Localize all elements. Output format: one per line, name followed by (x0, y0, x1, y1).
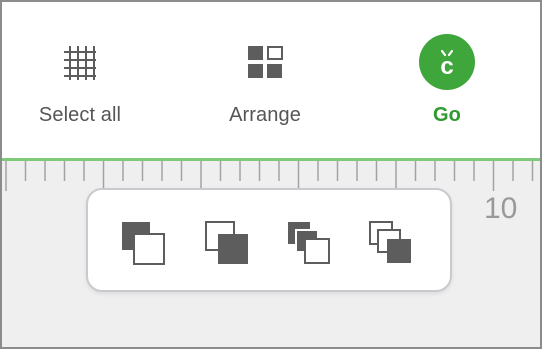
arrange-popover (86, 188, 452, 292)
go-label: Go (433, 104, 461, 126)
go-badge-letter: c (440, 53, 453, 79)
select-all-label: Select all (38, 104, 122, 126)
arrange-button[interactable]: Arrange (210, 34, 320, 127)
toolbar: Select all Arrange c Go (2, 2, 540, 160)
send-backward-button[interactable] (366, 218, 418, 270)
go-icon: c (419, 34, 475, 90)
go-button[interactable]: c Go (407, 34, 487, 127)
send-to-back-button[interactable] (202, 218, 254, 270)
send-to-back-icon (205, 221, 248, 264)
bring-forward-button[interactable] (284, 218, 336, 270)
send-backward-icon (369, 221, 411, 263)
bring-to-front-icon (122, 222, 165, 265)
arrange-icon (237, 34, 293, 90)
arrange-label: Arrange (229, 104, 301, 126)
grid-icon (52, 34, 108, 90)
app-window: Select all Arrange c Go 10 (0, 0, 542, 349)
select-all-button[interactable]: Select all (24, 34, 136, 127)
bring-to-front-button[interactable] (118, 218, 170, 270)
bring-forward-icon (288, 222, 330, 264)
ruler-number: 10 (484, 192, 518, 225)
